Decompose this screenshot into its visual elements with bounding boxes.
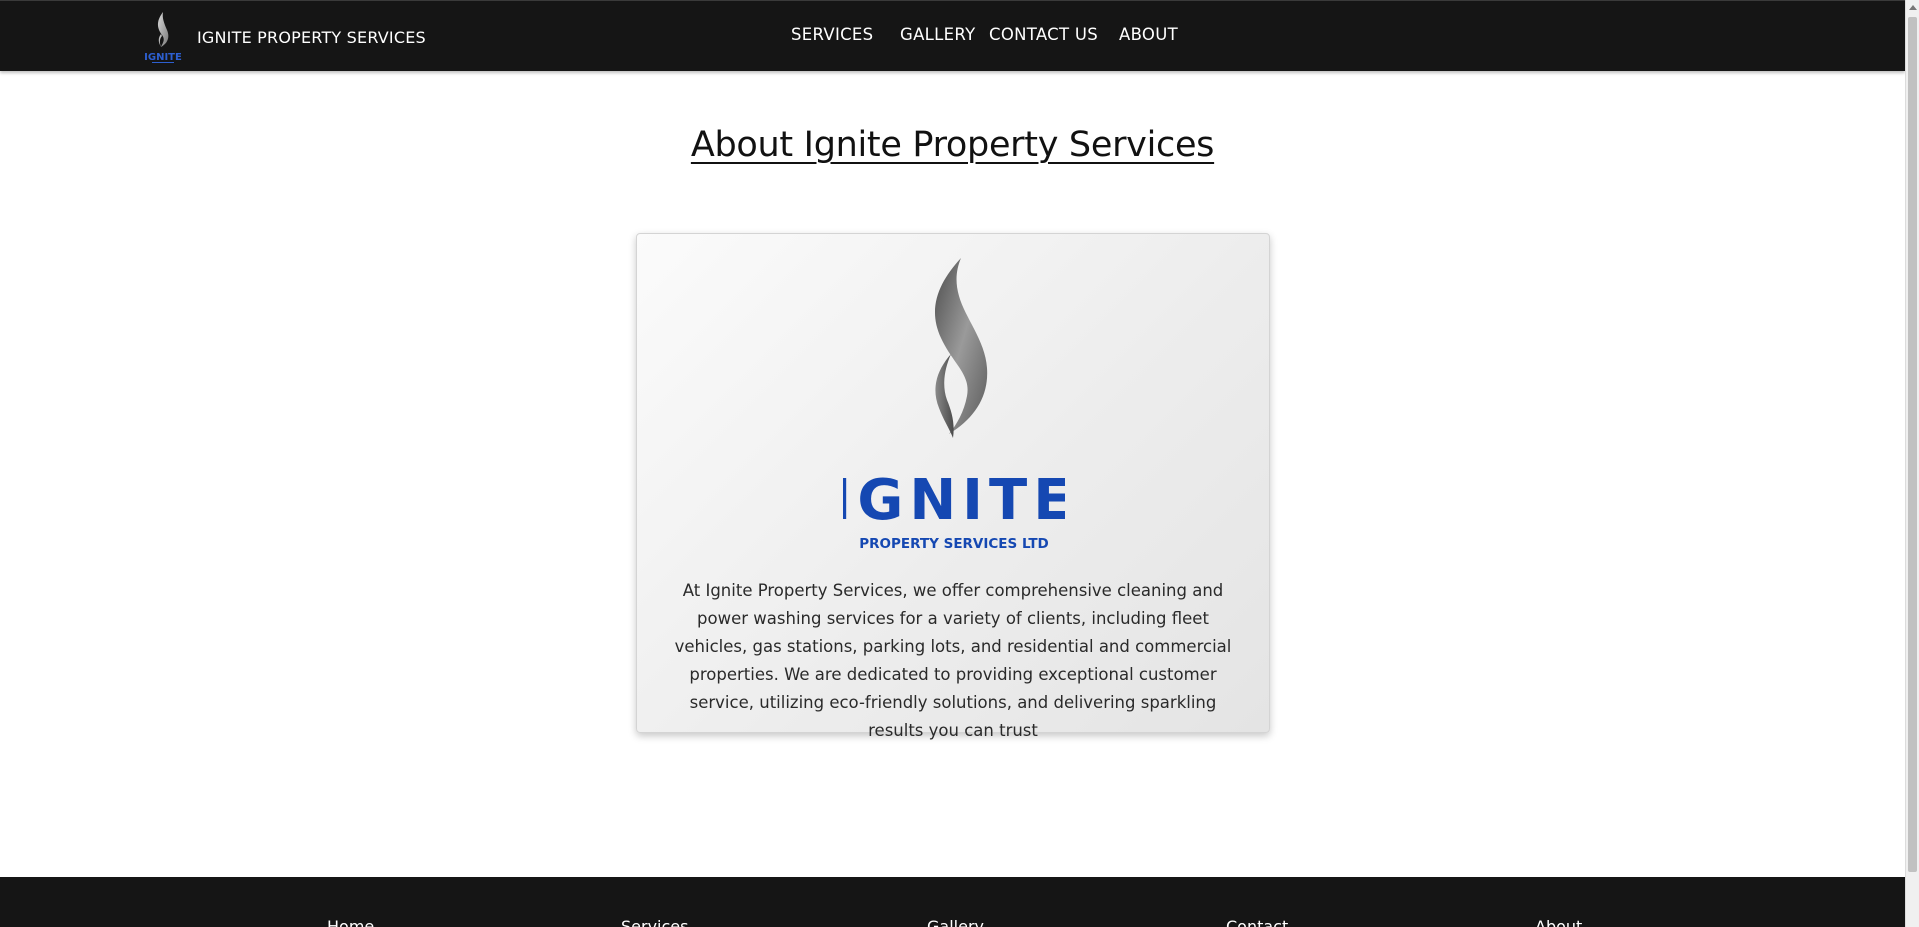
brand-home-link[interactable]: IGNITE IGNITE PROPERTY SERVICES xyxy=(143,9,426,65)
footer: Home Services Gallery Contact About xyxy=(0,877,1905,927)
scrollbar-thumb[interactable] xyxy=(1908,17,1917,872)
nav-link-contact-us[interactable]: CONTACT US xyxy=(989,25,1098,44)
top-navigation-bar: IGNITE IGNITE PROPERTY SERVICES SERVICES… xyxy=(0,0,1905,71)
svg-text:IGNITE: IGNITE xyxy=(144,52,182,63)
nav-link-about[interactable]: ABOUT xyxy=(1119,25,1178,44)
footer-link-gallery[interactable]: Gallery xyxy=(927,917,984,927)
svg-text:PROPERTY SERVICES LTD: PROPERTY SERVICES LTD xyxy=(859,536,1049,552)
page: IGNITE IGNITE PROPERTY SERVICES SERVICES… xyxy=(0,0,1919,927)
flame-logo-icon: IGNITE xyxy=(144,12,182,63)
footer-link-about[interactable]: About xyxy=(1535,917,1582,927)
brand-name: IGNITE PROPERTY SERVICES xyxy=(197,27,426,47)
footer-link-services[interactable]: Services xyxy=(621,917,688,927)
footer-link-contact[interactable]: Contact xyxy=(1226,917,1288,927)
footer-link-home[interactable]: Home xyxy=(327,917,374,927)
about-card: IGNITE PROPERTY SERVICES LTD At Ignite P… xyxy=(636,233,1270,740)
nav-link-gallery[interactable]: GALLERY xyxy=(900,25,975,44)
flame-logo-icon: IGNITE PROPERTY SERVICES LTD xyxy=(843,258,1065,552)
vertical-scrollbar[interactable] xyxy=(1905,0,1919,927)
svg-text:IGNITE: IGNITE xyxy=(843,468,1065,533)
page-title: About Ignite Property Services xyxy=(690,125,1215,165)
nav-link-services[interactable]: SERVICES xyxy=(791,25,873,44)
about-description: At Ignite Property Services, we offer co… xyxy=(674,581,1232,740)
scroll-up-arrow-icon[interactable] xyxy=(1906,0,1919,14)
